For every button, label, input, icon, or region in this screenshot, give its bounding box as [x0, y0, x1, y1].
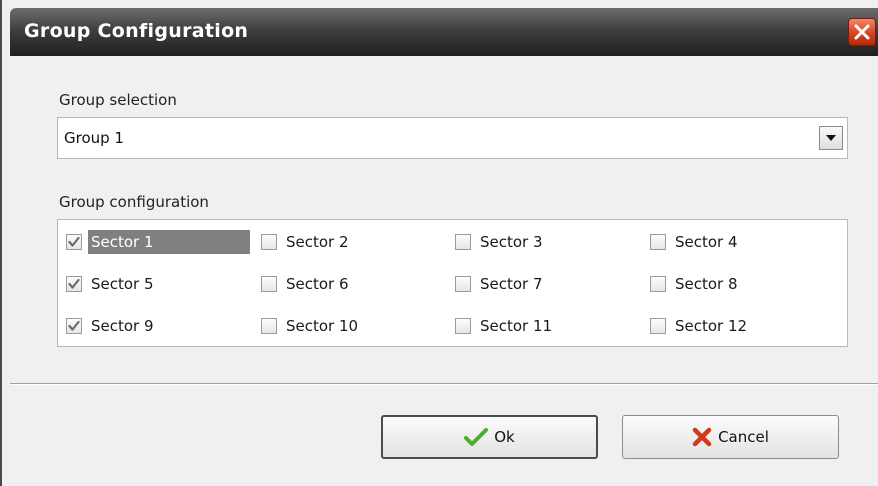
checkbox-box[interactable] — [650, 276, 666, 292]
checkbox-box[interactable] — [455, 234, 471, 250]
checkbox-box[interactable] — [66, 276, 82, 292]
cancel-button-label: Cancel — [718, 428, 769, 446]
dropdown-button[interactable] — [819, 126, 843, 150]
close-icon — [854, 24, 870, 40]
sector-label: Sector 12 — [675, 317, 748, 335]
group-select-value: Group 1 — [64, 129, 124, 147]
group-configuration-label: Group configuration — [59, 193, 209, 211]
checkmark-icon — [464, 428, 489, 446]
sector-grid: Sector 1 Sector 2 Sector 3 Sector 4 Sector 5… — [57, 219, 848, 347]
x-mark-icon — [692, 427, 712, 447]
sector-label: Sector 10 — [286, 317, 359, 335]
close-button[interactable] — [848, 18, 876, 46]
checkbox-check-icon — [68, 278, 80, 289]
window-title: Group Configuration — [24, 20, 249, 42]
checkbox-box[interactable] — [261, 276, 277, 292]
ok-button[interactable]: Ok — [381, 415, 598, 459]
sector-label: Sector 6 — [286, 275, 349, 293]
title-bar[interactable]: Group Configuration — [10, 8, 878, 56]
checkbox-box[interactable] — [66, 318, 82, 334]
sector-label: Sector 1 — [88, 230, 250, 254]
sector-label: Sector 4 — [675, 233, 738, 251]
window-frame-edge — [2, 0, 10, 486]
sector-label: Sector 2 — [286, 233, 349, 251]
checkbox-box[interactable] — [650, 318, 666, 334]
sector-label: Sector 8 — [675, 275, 738, 293]
cancel-button[interactable]: Cancel — [622, 415, 839, 459]
checkbox-check-icon — [68, 236, 80, 247]
sector-label: Sector 5 — [91, 275, 154, 293]
group-select[interactable]: Group 1 — [57, 117, 848, 159]
separator — [10, 383, 878, 385]
checkbox-box[interactable] — [261, 318, 277, 334]
checkbox-check-icon — [68, 320, 80, 331]
ok-button-label: Ok — [494, 428, 515, 446]
sector-label: Sector 7 — [480, 275, 543, 293]
sector-label: Sector 11 — [480, 317, 553, 335]
sector-label: Sector 9 — [91, 317, 154, 335]
checkbox-box[interactable] — [66, 234, 82, 250]
group-selection-label: Group selection — [59, 91, 177, 109]
checkbox-box[interactable] — [650, 234, 666, 250]
checkbox-box[interactable] — [261, 234, 277, 250]
sector-label: Sector 3 — [480, 233, 543, 251]
checkbox-box[interactable] — [455, 276, 471, 292]
dialog-window: Group Configuration Group selection Grou… — [0, 0, 878, 486]
checkbox-box[interactable] — [455, 318, 471, 334]
chevron-down-icon — [826, 135, 836, 141]
